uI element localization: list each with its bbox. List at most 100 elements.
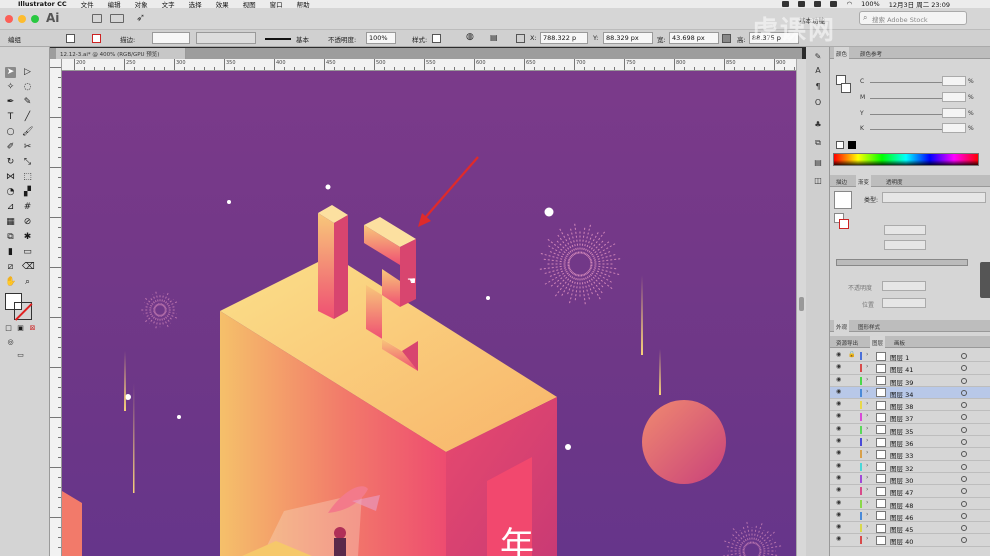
- expand-arrow-icon[interactable]: ›: [866, 511, 868, 518]
- status-icon[interactable]: [798, 1, 806, 7]
- visibility-eye-icon[interactable]: ◉: [836, 499, 841, 506]
- status-icon[interactable]: [782, 1, 790, 7]
- reference-point-icon[interactable]: [516, 34, 525, 43]
- visibility-eye-icon[interactable]: ◉: [836, 351, 841, 358]
- target-circle-icon[interactable]: [961, 439, 967, 446]
- ellipse-tool-icon[interactable]: ○: [5, 127, 16, 138]
- target-circle-icon[interactable]: [961, 537, 967, 544]
- tab-transparency[interactable]: 透明度: [884, 178, 905, 186]
- line-tool-icon[interactable]: ╱: [22, 112, 33, 123]
- mesh-tool-icon[interactable]: #: [22, 202, 33, 213]
- status-icon[interactable]: [814, 1, 822, 7]
- expand-arrow-icon[interactable]: ›: [866, 388, 868, 395]
- target-circle-icon[interactable]: [961, 353, 967, 359]
- scale-tool-icon[interactable]: ⤡: [22, 157, 33, 168]
- m-input[interactable]: [942, 92, 966, 102]
- visibility-eye-icon[interactable]: ◉: [836, 449, 841, 456]
- zoom-tool-icon[interactable]: ⌕: [22, 277, 33, 288]
- stroke-color-box[interactable]: [14, 302, 32, 320]
- layer-row[interactable]: ◉ › 图层 37: [830, 411, 990, 424]
- symbol-sprayer-tool-icon[interactable]: ✱: [22, 232, 33, 243]
- selection-tool-icon[interactable]: ➤: [5, 67, 16, 78]
- color-channel-m[interactable]: M%: [832, 92, 988, 103]
- visibility-eye-icon[interactable]: ◉: [836, 486, 841, 493]
- symbols-icon[interactable]: ♣: [812, 119, 824, 130]
- artwork[interactable]: 年 ☚: [62, 71, 796, 556]
- tab-gradient[interactable]: 渐变: [856, 175, 872, 187]
- width-tool-icon[interactable]: ⋈: [5, 172, 16, 183]
- layer-name[interactable]: 图层 32: [890, 463, 913, 473]
- layer-row[interactable]: ◉ › 图层 32: [830, 461, 990, 473]
- y-input[interactable]: 88.329 px: [603, 32, 653, 44]
- recolor-icon[interactable]: ◍: [466, 32, 474, 42]
- none-mode-icon[interactable]: ⊠: [27, 323, 38, 334]
- stop-opacity-input[interactable]: [882, 281, 926, 291]
- target-circle-icon[interactable]: [961, 525, 967, 532]
- k-input[interactable]: [942, 123, 966, 133]
- layer-name[interactable]: 图层 41: [890, 364, 913, 374]
- visibility-eye-icon[interactable]: ◉: [836, 523, 841, 530]
- target-circle-icon[interactable]: [961, 389, 967, 396]
- x-input[interactable]: 788.322 p: [540, 32, 588, 44]
- layer-row[interactable]: ◉ › 图层 33: [830, 448, 990, 461]
- gradient-stroke-icon[interactable]: [839, 219, 849, 229]
- tab-layers[interactable]: 图层: [870, 336, 886, 348]
- variable-width-dropdown[interactable]: [196, 32, 256, 44]
- minimize-window-button[interactable]: [18, 15, 26, 23]
- expand-arrow-icon[interactable]: ›: [866, 437, 868, 444]
- expand-arrow-icon[interactable]: ›: [866, 486, 868, 493]
- layer-name[interactable]: 图层 34: [890, 389, 913, 399]
- stroke-weight-input[interactable]: [152, 32, 190, 44]
- rotate-tool-icon[interactable]: ↻: [5, 157, 16, 168]
- gradient-mode-icon[interactable]: ▣: [15, 323, 26, 334]
- eraser-tool-icon[interactable]: ⌫: [22, 262, 35, 273]
- c-input[interactable]: [942, 76, 966, 86]
- gradient-slider[interactable]: [836, 259, 968, 266]
- opentype-icon[interactable]: O: [812, 97, 824, 108]
- expand-arrow-icon[interactable]: ›: [866, 462, 868, 469]
- layer-row[interactable]: ◉ › 图层 34: [830, 386, 990, 400]
- layer-row[interactable]: ◉ 🔒 › 图层 1: [830, 350, 990, 363]
- lasso-tool-icon[interactable]: ◌: [22, 82, 33, 93]
- stroke-swatch[interactable]: [92, 34, 101, 43]
- expand-arrow-icon[interactable]: ›: [866, 412, 868, 419]
- shape-builder-tool-icon[interactable]: ◔: [5, 187, 16, 198]
- draw-mode-icon[interactable]: ◎: [5, 337, 16, 348]
- horizontal-ruler[interactable]: 200 250 300 350 400 450 500 550 600 650 700 750 800 8…: [62, 59, 796, 71]
- color-channel-k[interactable]: K%: [832, 123, 988, 134]
- expand-arrow-icon[interactable]: ›: [866, 449, 868, 456]
- layer-row[interactable]: ◉ › 图层 39: [830, 375, 990, 387]
- scrollbar-thumb[interactable]: [799, 297, 804, 311]
- align-panel-icon[interactable]: ▤: [812, 157, 824, 168]
- visibility-eye-icon[interactable]: ◉: [836, 376, 841, 383]
- layer-row[interactable]: ◉ › 图层 30: [830, 473, 990, 486]
- layer-name[interactable]: 图层 1: [890, 352, 909, 362]
- layer-row[interactable]: ◉ › 图层 41: [830, 362, 990, 375]
- tab-appearance[interactable]: 外观: [834, 320, 850, 332]
- expand-arrow-icon[interactable]: ›: [866, 351, 868, 358]
- perspective-grid-tool-icon[interactable]: ⊿: [5, 202, 16, 213]
- layer-row[interactable]: ◉ › 图层 40: [830, 534, 990, 547]
- target-circle-icon[interactable]: [961, 377, 967, 384]
- layer-row[interactable]: ◉ › 图层 45: [830, 522, 990, 535]
- arrange-documents-icon[interactable]: [110, 14, 124, 23]
- layer-name[interactable]: 图层 35: [890, 426, 913, 436]
- direct-selection-tool-icon[interactable]: ▷: [22, 67, 33, 78]
- brush-style-label[interactable]: 基本: [296, 34, 309, 44]
- width-input[interactable]: 43.698 px: [669, 32, 719, 44]
- transform-icon[interactable]: ⧉: [812, 137, 824, 148]
- fill-swatch[interactable]: [66, 34, 75, 43]
- layer-row[interactable]: ◉ › 图层 46: [830, 510, 990, 523]
- expand-arrow-icon[interactable]: ›: [866, 499, 868, 506]
- layer-row[interactable]: ◉ › 图层 36: [830, 436, 990, 449]
- bridge-icon[interactable]: [92, 14, 102, 23]
- stop-position-input[interactable]: [882, 298, 926, 308]
- gradient-angle-input[interactable]: [884, 225, 926, 235]
- visibility-eye-icon[interactable]: ◉: [836, 388, 841, 395]
- color-mode-icon[interactable]: □: [3, 323, 14, 334]
- target-circle-icon[interactable]: [961, 512, 967, 519]
- layer-name[interactable]: 图层 33: [890, 450, 913, 460]
- artboard-canvas[interactable]: 年 ☚: [62, 71, 796, 556]
- visibility-eye-icon[interactable]: ◉: [836, 400, 841, 407]
- none-swatch[interactable]: [836, 141, 844, 149]
